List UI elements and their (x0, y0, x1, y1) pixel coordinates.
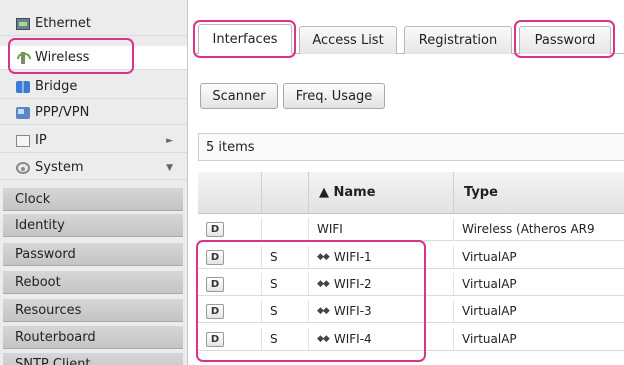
submenu-item-routerboard[interactable]: Routerboard (3, 326, 183, 349)
chevron-right-icon: ► (166, 135, 173, 146)
sidebar-item-bridge[interactable]: Bridge (0, 75, 187, 99)
submenu-item-sntp-client[interactable]: SNTP Client (3, 353, 183, 365)
freq-usage-button[interactable]: Freq. Usage (283, 83, 385, 109)
wireless-icon (16, 51, 31, 64)
type-cell: VirtualAP (462, 277, 517, 291)
tab-access-list[interactable]: Access List (299, 26, 397, 54)
disabled-flag-badge: D (206, 276, 224, 292)
column-header-flags[interactable] (198, 172, 262, 214)
name-cell: ◆◆ WIFI-2 (309, 273, 454, 295)
status-cell: S (262, 273, 309, 295)
sidebar-item-label: System (35, 160, 84, 175)
table-row[interactable]: D S ◆◆ WIFI-4 VirtualAP (198, 328, 624, 351)
status-cell: S (262, 328, 309, 350)
table-row[interactable]: D S ◆◆ WIFI-2 VirtualAP (198, 273, 624, 296)
system-gear-icon (16, 161, 30, 174)
ppp-vpn-icon (16, 106, 30, 119)
ip-icon (16, 134, 30, 147)
sidebar-item-label: Wireless (35, 50, 90, 65)
chevron-down-icon: ▼ (166, 162, 173, 173)
sidebar-item-system[interactable]: System ▼ (0, 156, 187, 180)
submenu-item-resources[interactable]: Resources (3, 299, 183, 322)
name-cell: ◆◆ WIFI-3 (309, 300, 454, 322)
sidebar-item-label: PPP/VPN (35, 105, 90, 120)
sidebar-item-ethernet[interactable]: Ethernet (0, 12, 187, 36)
tab-password[interactable]: Password (519, 26, 611, 54)
type-cell: VirtualAP (462, 304, 517, 318)
type-cell: Wireless (Atheros AR9 (462, 222, 595, 236)
tab-interfaces[interactable]: Interfaces (198, 24, 292, 54)
submenu-item-password[interactable]: Password (3, 243, 183, 266)
disabled-flag-badge: D (206, 221, 224, 237)
table-row[interactable]: D S ◆◆ WIFI-3 VirtualAP (198, 300, 624, 323)
item-count-bar: 5 items (198, 133, 624, 161)
disabled-flag-badge: D (206, 249, 224, 265)
item-count: 5 items (206, 139, 255, 155)
sidebar-item-label: IP (35, 133, 47, 148)
sidebar-item-ip[interactable]: IP ► (0, 129, 187, 153)
sidebar-item-wireless[interactable]: Wireless (0, 46, 187, 70)
virtual-ap-icon: ◆◆ (317, 306, 330, 316)
submenu-item-clock[interactable]: Clock (3, 188, 183, 211)
column-header-type[interactable]: Type (454, 172, 624, 214)
virtual-ap-icon: ◆◆ (317, 334, 330, 344)
status-cell: S (262, 246, 309, 268)
bridge-icon (16, 80, 30, 93)
status-cell: S (262, 300, 309, 322)
column-header-status[interactable] (262, 172, 309, 214)
type-cell: VirtualAP (462, 250, 517, 264)
interfaces-table: ▲ Name Type D WIFI Wireless (Atheros AR9… (198, 172, 624, 365)
status-cell (262, 218, 309, 240)
column-header-name[interactable]: ▲ Name (309, 172, 454, 214)
submenu-item-identity[interactable]: Identity (3, 214, 183, 237)
submenu-item-reboot[interactable]: Reboot (3, 271, 183, 294)
sidebar-item-label: Bridge (35, 79, 78, 94)
name-cell: ◆◆ WIFI-1 (309, 246, 454, 268)
disabled-flag-badge: D (206, 303, 224, 319)
table-row[interactable]: D S ◆◆ WIFI-1 VirtualAP (198, 246, 624, 269)
type-cell: VirtualAP (462, 332, 517, 346)
tab-registration[interactable]: Registration (404, 26, 512, 54)
virtual-ap-icon: ◆◆ (317, 252, 330, 262)
table-row[interactable]: D WIFI Wireless (Atheros AR9 (198, 218, 624, 241)
scanner-button[interactable]: Scanner (200, 83, 278, 109)
name-cell: WIFI (309, 218, 454, 240)
sidebar: Ethernet Wireless Bridge PPP/VPN IP ► Sy… (0, 0, 188, 365)
disabled-flag-badge: D (206, 331, 224, 347)
sidebar-item-ppp-vpn[interactable]: PPP/VPN (0, 101, 187, 125)
ethernet-icon (16, 17, 30, 30)
sidebar-item-label: Ethernet (35, 16, 91, 31)
name-cell: ◆◆ WIFI-4 (309, 328, 454, 350)
virtual-ap-icon: ◆◆ (317, 279, 330, 289)
